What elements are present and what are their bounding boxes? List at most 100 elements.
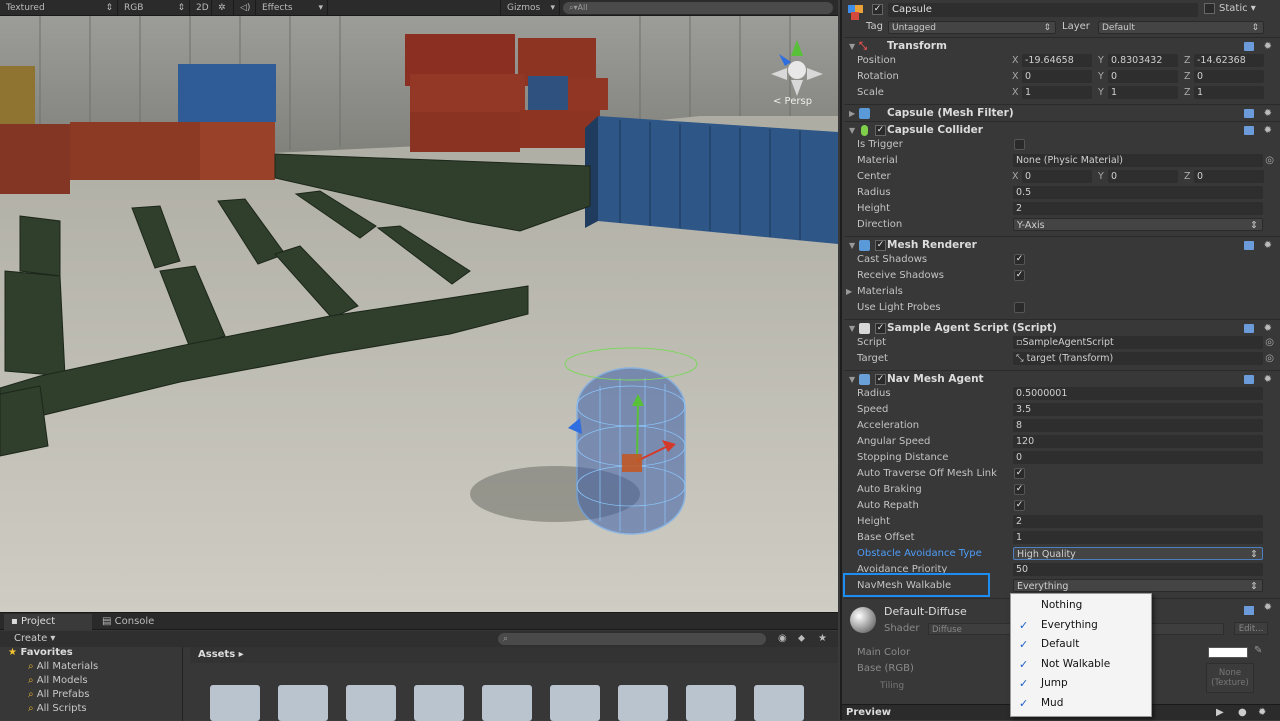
folder-icon[interactable]	[482, 685, 532, 721]
object-picker-icon[interactable]: ◎	[1265, 335, 1274, 351]
options-icon[interactable]: ✹	[1258, 705, 1266, 721]
help-book-icon[interactable]	[1244, 241, 1254, 250]
create-dropdown[interactable]: Create ▾	[14, 631, 55, 647]
layer-value: Default	[1102, 23, 1135, 33]
folder-icon[interactable]	[618, 685, 668, 721]
favorite-search-icon[interactable]: ★	[818, 631, 827, 647]
active-checkbox[interactable]: ✓	[872, 4, 883, 15]
speed-field[interactable]: 3.5	[1013, 403, 1263, 416]
receive-shadows-checkbox[interactable]: ✓	[1014, 270, 1025, 281]
favorite-item[interactable]: ⌕ All Materials	[28, 661, 98, 672]
scene-viewport[interactable]: < Persp	[0, 16, 838, 612]
assets-breadcrumb[interactable]: Assets ▸	[190, 647, 838, 663]
static-dropdown[interactable]: Static ▾	[1219, 3, 1256, 14]
filter-by-type-icon[interactable]: ◉	[778, 631, 787, 647]
is-trigger-checkbox[interactable]	[1014, 139, 1025, 150]
material-field[interactable]: None (Physic Material)	[1013, 154, 1263, 167]
collider-radius-field[interactable]: 0.5	[1013, 186, 1263, 199]
gear-icon[interactable]: ✹	[1264, 105, 1272, 122]
sphere-preview-icon[interactable]: ●	[1238, 705, 1247, 721]
popup-item-default[interactable]: ✓ Default	[1011, 635, 1151, 655]
tag-dropdown[interactable]: Untagged ⇕	[888, 21, 1056, 34]
help-book-icon[interactable]	[1244, 324, 1254, 333]
folder-icon[interactable]	[278, 685, 328, 721]
component-enabled-checkbox[interactable]: ✓	[875, 374, 886, 385]
popup-item-mud[interactable]: ✓ Mud	[1011, 694, 1151, 714]
acceleration-field[interactable]: 8	[1013, 419, 1263, 432]
help-book-icon[interactable]	[1244, 126, 1254, 135]
popup-item-not-walkable[interactable]: ✓ Not Walkable	[1011, 655, 1151, 675]
agent-height-field[interactable]: 2	[1013, 515, 1263, 528]
shading-mode-dropdown[interactable]: Textured ⇕	[0, 0, 118, 16]
mesh-renderer-header[interactable]: ▼ ✓ Mesh Renderer ✹	[844, 236, 1280, 253]
scene-orientation-gizmo[interactable]	[765, 34, 829, 98]
help-book-icon[interactable]	[1244, 606, 1254, 615]
main-color-swatch[interactable]	[1208, 647, 1248, 658]
base-texture-slot[interactable]: None (Texture)	[1206, 663, 1254, 693]
cast-shadows-checkbox[interactable]: ✓	[1014, 254, 1025, 265]
popup-item-jump[interactable]: ✓ Jump	[1011, 674, 1151, 694]
audio-icon[interactable]: ◁)	[234, 0, 256, 16]
perspective-label[interactable]: < Persp	[773, 96, 812, 107]
target-field[interactable]: ⤡ target (Transform)	[1013, 352, 1263, 365]
object-name-field[interactable]: Capsule	[888, 3, 1198, 17]
script-field[interactable]: ▫SampleAgentScript	[1013, 336, 1263, 349]
folder-icon[interactable]	[346, 685, 396, 721]
lighting-icon[interactable]: ✲	[212, 0, 234, 16]
folder-icon[interactable]	[754, 685, 804, 721]
favorite-item[interactable]: ⌕ All Prefabs	[28, 689, 89, 700]
collider-height-field[interactable]: 2	[1013, 202, 1263, 215]
folder-icon[interactable]	[210, 685, 260, 721]
filter-by-label-icon[interactable]: ⬥	[798, 631, 805, 647]
direction-dropdown[interactable]: Y-Axis ⇕	[1013, 218, 1263, 231]
edit-shader-button[interactable]: Edit...	[1234, 622, 1268, 635]
auto-repath-checkbox[interactable]: ✓	[1014, 500, 1025, 511]
capsule-object[interactable]	[564, 347, 698, 535]
mode-2d-button[interactable]: 2D	[190, 0, 212, 16]
help-book-icon[interactable]	[1244, 375, 1254, 384]
auto-braking-checkbox[interactable]: ✓	[1014, 484, 1025, 495]
eyedropper-icon[interactable]: ✎	[1254, 645, 1262, 656]
help-book-icon[interactable]	[1244, 109, 1254, 118]
angular-speed-field[interactable]: 120	[1013, 435, 1263, 448]
object-picker-icon[interactable]: ◎	[1265, 351, 1274, 367]
effects-dropdown[interactable]: Effects ▾	[256, 0, 328, 16]
scene-search-input[interactable]: ⌕▾All	[563, 2, 833, 14]
favorite-item[interactable]: ⌕ All Models	[28, 675, 88, 686]
sample-agent-script-header[interactable]: ▼ ✓ Sample Agent Script (Script) ✹	[844, 319, 1280, 336]
auto-repath-label: Auto Repath	[857, 500, 919, 511]
gear-icon[interactable]: ✹	[1264, 602, 1272, 613]
folder-icon[interactable]	[686, 685, 736, 721]
navmesh-walkable-dropdown[interactable]: Everything ⇕	[1013, 579, 1263, 592]
materials-row[interactable]: ▶ Materials	[844, 284, 1280, 300]
component-enabled-checkbox[interactable]: ✓	[875, 125, 886, 136]
base-offset-field[interactable]: 1	[1013, 531, 1263, 544]
auto-traverse-checkbox[interactable]: ✓	[1014, 468, 1025, 479]
popup-item-everything[interactable]: ✓ Everything	[1011, 616, 1151, 636]
stopping-distance-field[interactable]: 0	[1013, 451, 1263, 464]
favorite-item[interactable]: ⌕ All Scripts	[28, 703, 87, 714]
help-book-icon[interactable]	[1244, 42, 1254, 51]
folder-icon[interactable]	[550, 685, 600, 721]
obstacle-avoidance-dropdown[interactable]: High Quality ⇕	[1013, 547, 1263, 560]
nav-mesh-agent-header[interactable]: ▼ ✓ Nav Mesh Agent ✹	[844, 370, 1280, 387]
object-picker-icon[interactable]: ◎	[1265, 153, 1274, 169]
tab-console[interactable]: ▤ Console	[96, 614, 186, 630]
capsule-collider-header[interactable]: ▼ ✓ Capsule Collider ✹	[844, 121, 1280, 138]
transform-header[interactable]: ▼ ⤡ Transform ✹	[844, 37, 1280, 54]
project-search-input[interactable]: ⌕	[498, 633, 766, 645]
avoidance-priority-field[interactable]: 50	[1013, 563, 1263, 576]
play-icon[interactable]: ▶	[1216, 705, 1224, 721]
popup-item-nothing[interactable]: Nothing	[1011, 596, 1151, 616]
use-light-probes-checkbox[interactable]	[1014, 302, 1025, 313]
gizmos-dropdown[interactable]: Gizmos ▾	[500, 0, 560, 16]
folder-icon[interactable]	[414, 685, 464, 721]
layer-dropdown[interactable]: Default ⇕	[1098, 21, 1264, 34]
component-enabled-checkbox[interactable]: ✓	[875, 323, 886, 334]
mesh-filter-header[interactable]: ▶ Capsule (Mesh Filter) ✹	[844, 104, 1280, 121]
render-mode-dropdown[interactable]: RGB ⇕	[118, 0, 190, 16]
agent-radius-field[interactable]: 0.5000001	[1013, 387, 1263, 400]
tab-project[interactable]: ▪ Project	[4, 614, 92, 630]
component-enabled-checkbox[interactable]: ✓	[875, 240, 886, 251]
static-checkbox[interactable]	[1204, 3, 1215, 14]
